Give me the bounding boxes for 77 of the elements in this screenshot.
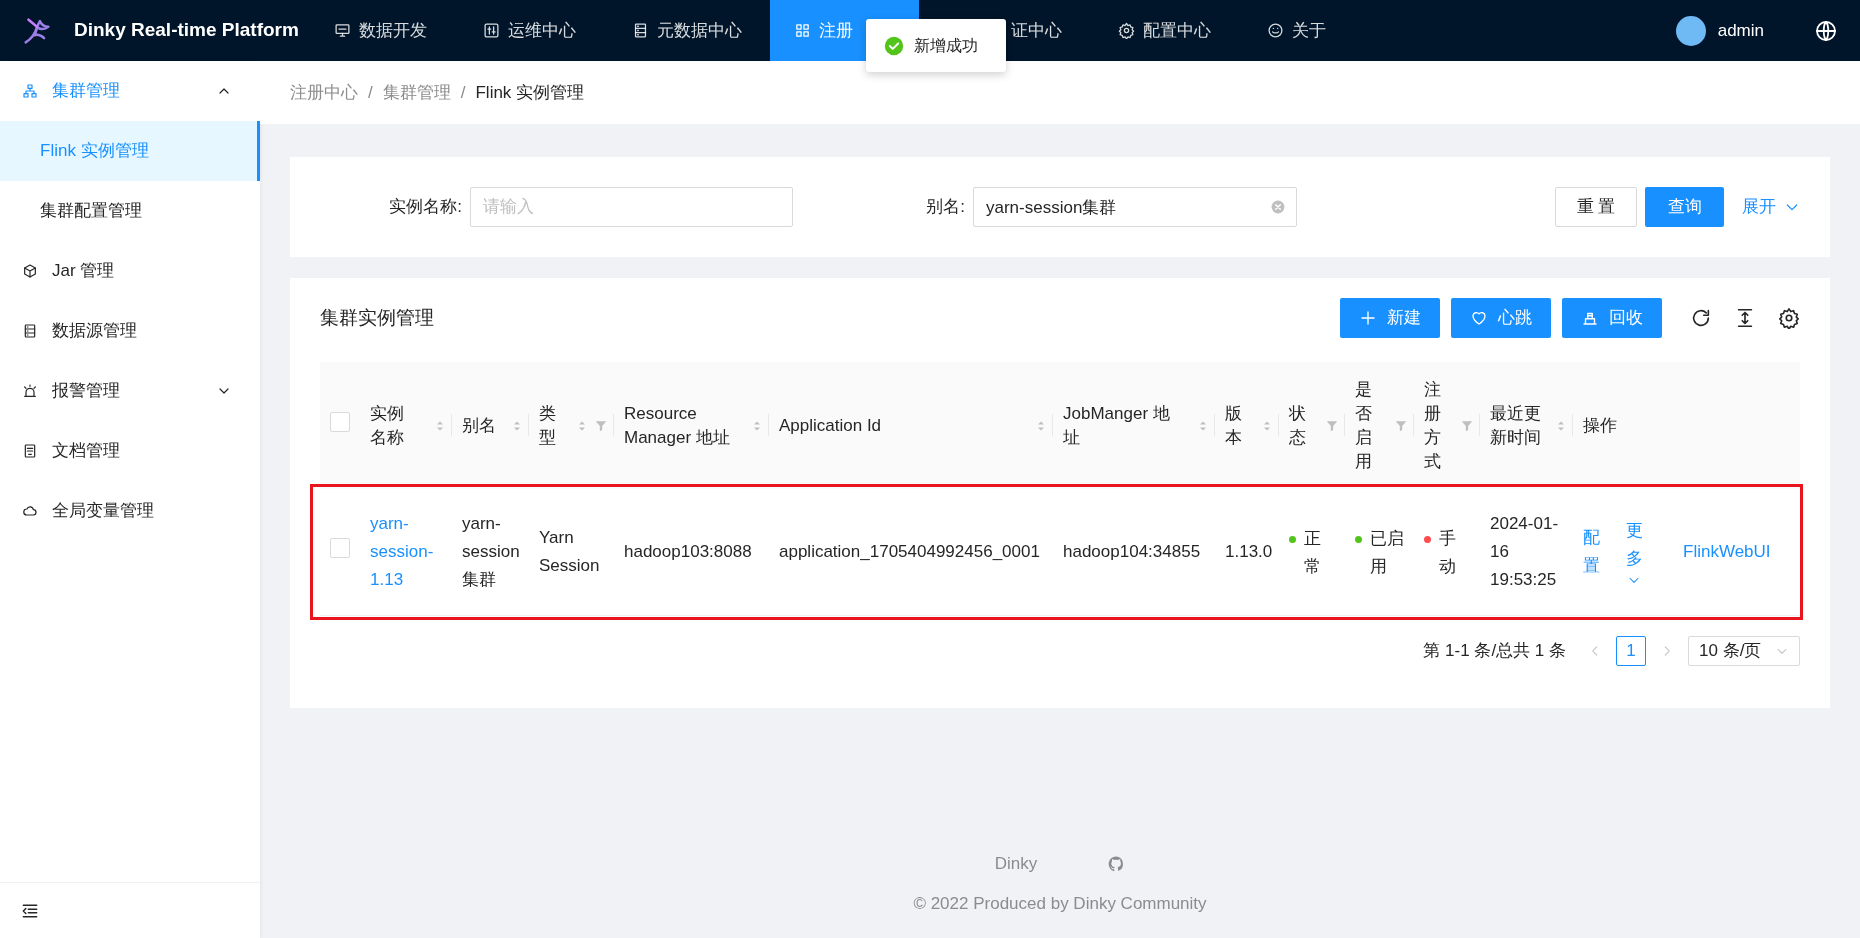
filter-icon — [594, 418, 608, 433]
column-header[interactable]: 实例名称 — [360, 362, 452, 489]
column-header[interactable]: 状态 — [1279, 362, 1345, 489]
reset-button[interactable]: 重 置 — [1555, 187, 1637, 227]
column-header[interactable]: 版本 — [1215, 362, 1279, 489]
checkbox[interactable] — [330, 411, 350, 432]
nav-tab[interactable]: 数据开发 — [306, 0, 455, 61]
settings-icon — [1118, 22, 1135, 39]
column-header[interactable]: JobManger 地址 — [1053, 362, 1215, 489]
plus-icon — [1359, 309, 1377, 327]
sidebar-item[interactable]: 全局变量管理 — [0, 481, 260, 541]
status-text: 正常 — [1304, 527, 1322, 578]
globe-icon — [1814, 18, 1838, 43]
table-cell-text: Yarn Session — [539, 527, 601, 577]
column-header[interactable]: Resource Manager 地址 — [614, 362, 769, 489]
sidebar-subitem[interactable]: 集群配置管理 — [0, 181, 260, 241]
github-icon — [1107, 854, 1126, 873]
heart-icon — [1470, 309, 1488, 327]
alarm-light-icon — [22, 383, 38, 399]
checkbox[interactable] — [330, 537, 350, 558]
equalizer-icon — [483, 22, 500, 39]
smile-icon — [1267, 22, 1284, 39]
user-name: admin — [1717, 19, 1764, 42]
nav-tab[interactable]: 元数据中心 — [604, 0, 770, 61]
app-title: Dinky Real-time Platform — [74, 18, 300, 43]
monitor-icon — [334, 22, 351, 39]
sidebar-item[interactable]: Jar 管理 — [0, 241, 260, 301]
copyright-text: © 2022 Produced by Dinky Community — [913, 892, 1207, 915]
column-header[interactable]: 是否启用 — [1345, 362, 1414, 489]
hierarchy-icon — [22, 83, 38, 99]
column-header[interactable]: 类型 — [529, 362, 614, 489]
page-size-select[interactable]: 10 条/页 — [1688, 636, 1800, 666]
settings-button[interactable] — [1778, 307, 1800, 329]
list-icon — [632, 22, 649, 39]
reload-icon — [1690, 307, 1712, 329]
column-header[interactable]: 注册方式 — [1414, 362, 1480, 489]
breadcrumb-separator: / — [460, 81, 466, 104]
nav-tab[interactable]: 关于 — [1239, 0, 1354, 61]
nav-tab[interactable]: 配置中心 — [1090, 0, 1239, 61]
status-text: 手动 — [1439, 527, 1457, 578]
sidebar-item[interactable]: 文档管理 — [0, 421, 260, 481]
status-text: 已启用 — [1370, 527, 1404, 578]
field-label: 实例名称: — [388, 196, 463, 219]
breadcrumb-item[interactable]: 集群管理 — [382, 79, 451, 106]
filter-icon — [1460, 418, 1474, 433]
reload-button[interactable] — [1690, 307, 1712, 329]
table-title: 集群实例管理 — [320, 305, 434, 330]
input-field[interactable]: 请输入 — [470, 187, 793, 227]
column-header: 操作 — [1582, 414, 1618, 437]
clear-icon — [1271, 200, 1285, 214]
table-cell-text: 1.13.0 — [1225, 541, 1274, 563]
sidebar-item[interactable]: 报警管理 — [0, 361, 260, 421]
table-cell-text: application_1705404992456_0001 — [779, 541, 1041, 563]
breadcrumb-separator: / — [368, 81, 373, 104]
cube-icon — [22, 263, 38, 279]
sidebar-item[interactable]: 数据源管理 — [0, 301, 260, 361]
column-header[interactable]: 最近更新时间 — [1480, 362, 1573, 489]
avatar — [1675, 15, 1706, 46]
filter-icon — [1325, 418, 1339, 433]
table-cell-text: yarn-session集群 — [462, 513, 521, 591]
settings-icon — [1778, 307, 1800, 329]
table-cell-text: 2024-01-16 19:53:25 — [1490, 513, 1560, 591]
pagination-summary: 第 1-1 条/总共 1 条 — [1423, 640, 1566, 663]
column-header[interactable]: 别名 — [452, 362, 529, 489]
cloud-icon — [22, 503, 38, 519]
nav-tab[interactable]: 运维中心 — [455, 0, 604, 61]
breadcrumb-item: Flink 实例管理 — [475, 81, 585, 104]
column-header[interactable]: Application Id — [769, 362, 1053, 489]
filter-icon — [1394, 418, 1408, 433]
grid-icon — [794, 22, 811, 39]
document-icon — [22, 443, 38, 459]
table-cell-text: hadoop103:8088 — [624, 541, 753, 563]
check-circle-icon — [884, 35, 904, 56]
table-cell-text: hadoop104:34855 — [1063, 541, 1202, 563]
database-icon — [22, 323, 38, 339]
field-label: 别名: — [925, 196, 966, 219]
input-field[interactable]: yarn-session集群 — [973, 187, 1297, 227]
